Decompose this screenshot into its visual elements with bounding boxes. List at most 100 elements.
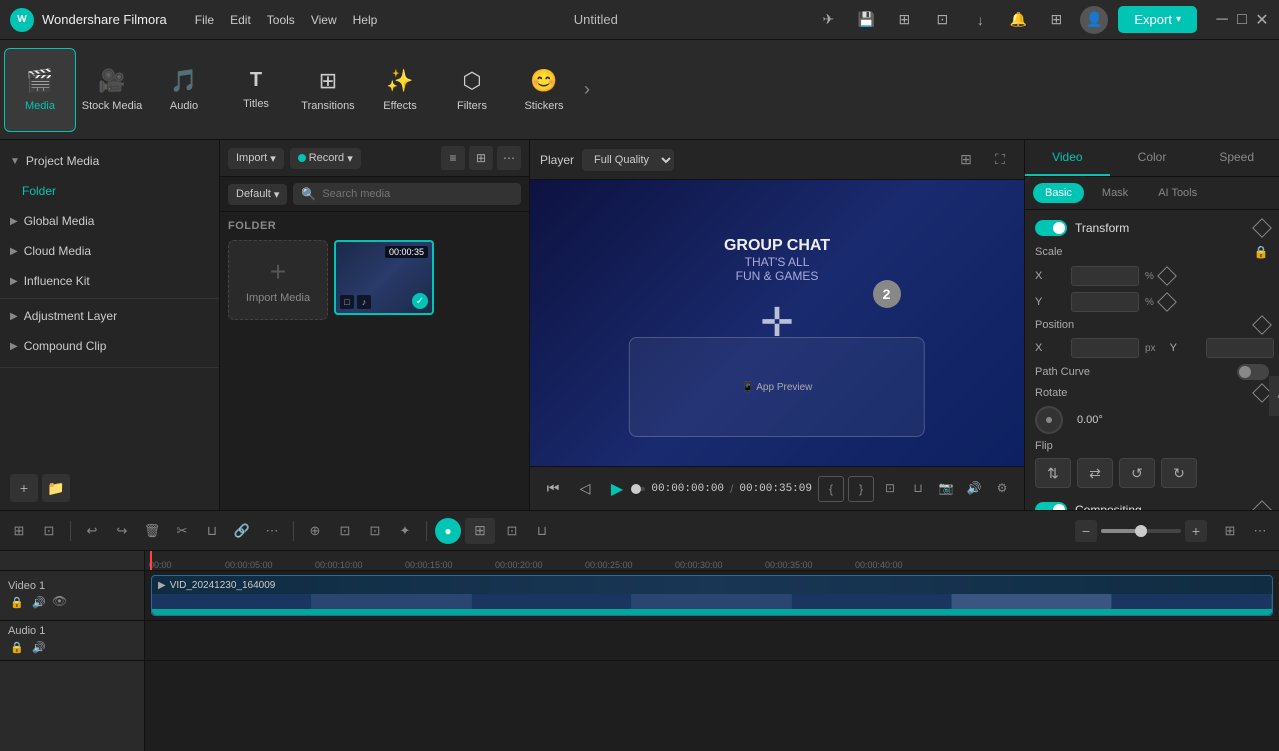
settings-button[interactable]: ⚙ <box>990 476 1014 500</box>
grid-overlay-icon[interactable]: ⊞ <box>952 146 980 174</box>
import-media-box[interactable]: + Import Media <box>228 240 328 320</box>
tab-stickers[interactable]: 😊 Stickers <box>508 48 580 132</box>
pos-x-input[interactable]: 0.00 <box>1071 338 1139 358</box>
tl-add-video-track[interactable]: ⊕ <box>302 518 328 544</box>
tab-titles[interactable]: T Titles <box>220 48 292 132</box>
sidebar-item-cloud[interactable]: ▶ Cloud Media <box>0 236 219 266</box>
tl-group-btn[interactable]: ⊞ <box>465 518 495 544</box>
tl-undo-btn[interactable]: ↩ <box>79 518 105 544</box>
tab-speed[interactable]: Speed <box>1194 140 1279 176</box>
fullscreen-icon[interactable]: ⛶ <box>986 146 1014 174</box>
tl-zoom-out[interactable]: − <box>1075 520 1097 542</box>
minimize-button[interactable]: ─ <box>1215 13 1229 27</box>
export-button[interactable]: Export ▾ <box>1118 6 1197 33</box>
tl-delete-btn[interactable]: 🗑 <box>139 518 165 544</box>
menu-tools[interactable]: Tools <box>267 13 295 27</box>
tab-stock-media[interactable]: 🎥 Stock Media <box>76 48 148 132</box>
position-keyframe[interactable] <box>1252 315 1272 335</box>
tl-settings-btn[interactable]: ⊞ <box>1217 518 1243 544</box>
tl-silence-btn[interactable]: ⊔ <box>529 518 555 544</box>
mark-in-button[interactable]: { <box>818 476 844 502</box>
import-button[interactable]: Import ▾ <box>228 148 284 169</box>
play-button[interactable]: ▶ <box>604 476 630 502</box>
layout-icon[interactable]: ⊞ <box>890 6 918 34</box>
scale-y-keyframe[interactable] <box>1157 292 1177 312</box>
sub-tab-mask[interactable]: Mask <box>1090 183 1140 203</box>
video-eye-icon[interactable]: 👁 <box>52 594 70 612</box>
video-clip[interactable]: ▶ VID_20241230_164009 <box>151 575 1273 616</box>
sidebar-item-folder[interactable]: Folder <box>0 176 219 206</box>
sidebar-item-project[interactable]: ▼ Project Media <box>0 146 219 176</box>
tl-zoom-slider[interactable] <box>1101 529 1181 533</box>
audio-lock-icon[interactable]: 🔒 <box>8 639 26 657</box>
tab-filters[interactable]: ⬡ Filters <box>436 48 508 132</box>
maximize-button[interactable]: □ <box>1235 13 1249 27</box>
tab-audio[interactable]: 🎵 Audio <box>148 48 220 132</box>
transform-toggle[interactable] <box>1035 220 1067 236</box>
tabs-expand-arrow[interactable]: › <box>580 75 594 104</box>
media-thumb-vid1[interactable]: 00:00:35 □ ♪ ✓ <box>334 240 434 315</box>
extract-button[interactable]: ⊡ <box>878 476 902 500</box>
panel-collapse-handle[interactable]: ‹ <box>1269 376 1279 416</box>
tl-redo-btn[interactable]: ↪ <box>109 518 135 544</box>
rotate-ccw-button[interactable]: ↺ <box>1119 458 1155 488</box>
list-view-icon[interactable]: ≡ <box>441 146 465 170</box>
scale-x-input[interactable]: 100.00 <box>1071 266 1139 286</box>
search-input[interactable] <box>322 188 513 200</box>
tl-motion-btn[interactable]: ⊡ <box>499 518 525 544</box>
split-icon[interactable]: ⊡ <box>928 6 956 34</box>
close-button[interactable]: ✕ <box>1255 13 1269 27</box>
tl-more-btn[interactable]: ⋯ <box>259 518 285 544</box>
more-options-icon[interactable]: ⋯ <box>497 146 521 170</box>
step-back-button[interactable]: ◁ <box>572 476 598 502</box>
tl-freeze-frame[interactable]: ⊡ <box>362 518 388 544</box>
scale-x-keyframe[interactable] <box>1157 266 1177 286</box>
folder-button[interactable]: 📁 <box>42 474 70 502</box>
scale-y-input[interactable]: 100.00 <box>1071 292 1139 312</box>
volume-button[interactable]: 🔊 <box>962 476 986 500</box>
audio-volume-icon[interactable]: 🔊 <box>30 639 48 657</box>
mark-out-button[interactable]: } <box>848 476 874 502</box>
tab-effects[interactable]: ✨ Effects <box>364 48 436 132</box>
grid-icon[interactable]: ⊞ <box>1042 6 1070 34</box>
menu-file[interactable]: File <box>195 13 214 27</box>
tab-media[interactable]: 🎬 Media <box>4 48 76 132</box>
video-volume-icon[interactable]: 🔊 <box>30 594 48 612</box>
tl-snap-btn[interactable]: ● <box>435 518 461 544</box>
tl-link-btn[interactable]: 🔗 <box>229 518 255 544</box>
user-avatar[interactable]: 👤 <box>1080 6 1108 34</box>
compositing-toggle[interactable] <box>1035 502 1067 510</box>
record-button[interactable]: Record ▾ <box>290 148 361 169</box>
rotate-knob[interactable] <box>1035 406 1063 434</box>
sidebar-item-adjustment[interactable]: ▶ Adjustment Layer <box>0 301 219 331</box>
quality-select[interactable]: Full Quality1/2 Quality1/4 Quality <box>582 149 674 171</box>
share-icon[interactable]: ✈ <box>814 6 842 34</box>
tl-ai-enhance[interactable]: ✦ <box>392 518 418 544</box>
sidebar-item-influence[interactable]: ▶ Influence Kit <box>0 266 219 296</box>
tl-split-view-btn[interactable]: ⊞ <box>6 518 32 544</box>
snapshot-button[interactable]: 📷 <box>934 476 958 500</box>
sub-tab-ai-tools[interactable]: AI Tools <box>1146 183 1209 203</box>
sidebar-item-compound[interactable]: ▶ Compound Clip <box>0 331 219 361</box>
tl-add-audio-track[interactable]: ⊡ <box>332 518 358 544</box>
menu-help[interactable]: Help <box>353 13 378 27</box>
sort-button[interactable]: Default ▾ <box>228 184 287 205</box>
flip-vertical-button[interactable]: ⇅ <box>1035 458 1071 488</box>
save-icon[interactable]: 💾 <box>852 6 880 34</box>
video-lock-icon[interactable]: 🔒 <box>8 594 26 612</box>
sidebar-item-global[interactable]: ▶ Global Media <box>0 206 219 236</box>
preview-viewport[interactable]: GROUP CHAT THAT'S ALL FUN & GAMES 📱 App … <box>530 180 1024 466</box>
path-curve-toggle[interactable] <box>1237 364 1269 380</box>
grid-view-icon[interactable]: ⊞ <box>469 146 493 170</box>
tab-video[interactable]: Video <box>1025 140 1110 176</box>
tl-magnet-btn[interactable]: ⊡ <box>36 518 62 544</box>
download-icon[interactable]: ↓ <box>966 6 994 34</box>
add-media-button[interactable]: + <box>10 474 38 502</box>
notification-icon[interactable]: 🔔 <box>1004 6 1032 34</box>
lock-scale-icon[interactable]: 🔒 <box>1253 244 1269 260</box>
skip-back-button[interactable]: ⏮ <box>540 476 566 502</box>
transform-keyframe[interactable] <box>1252 218 1272 238</box>
menu-view[interactable]: View <box>311 13 337 27</box>
tl-more2-btn[interactable]: ⋯ <box>1247 518 1273 544</box>
tl-zoom-in[interactable]: + <box>1185 520 1207 542</box>
